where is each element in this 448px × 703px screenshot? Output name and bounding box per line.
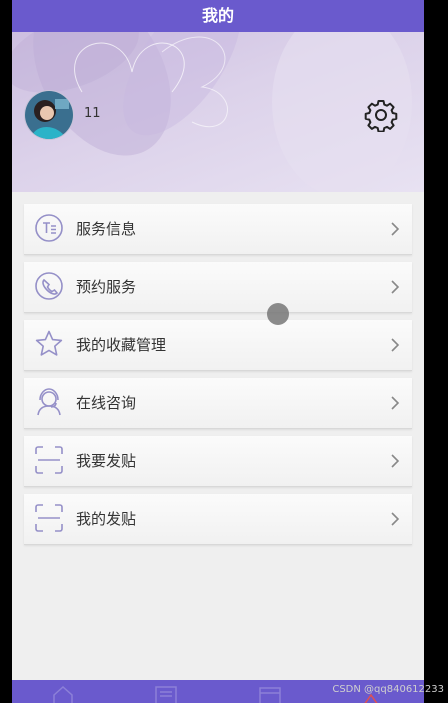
menu-item-label: 在线咨询 (76, 394, 137, 412)
touch-indicator (267, 303, 289, 325)
menu-item-label: 我的收藏管理 (76, 336, 167, 354)
document-icon (35, 214, 63, 242)
mobile-app-screen: 我的 11 服务信息 预约服务 我的收藏管理 在线咨询 我要发贴 我的发贴 (12, 0, 424, 703)
menu-item-my-favorites[interactable]: 我的收藏管理 (24, 320, 412, 371)
avatar[interactable] (24, 90, 74, 140)
profile-header: 11 (12, 32, 424, 192)
menu-item-label: 预约服务 (76, 278, 137, 296)
watermark-text: CSDN @qq840612233 (332, 684, 444, 695)
gear-icon[interactable] (364, 98, 398, 132)
chevron-right-icon (391, 222, 400, 236)
menu-item-label: 服务信息 (76, 220, 137, 238)
chevron-right-icon (391, 454, 400, 468)
menu-item-label: 我的发贴 (76, 510, 137, 528)
scan-frame-icon (35, 446, 63, 474)
menu-item-online-consult[interactable]: 在线咨询 (24, 378, 412, 429)
support-agent-icon (37, 388, 61, 416)
menu-item-create-post[interactable]: 我要发贴 (24, 436, 412, 487)
menu-item-label: 我要发贴 (76, 452, 137, 470)
chevron-right-icon (391, 512, 400, 526)
username: 11 (84, 106, 101, 121)
news-tab-icon[interactable] (154, 685, 178, 703)
menu-item-service-info[interactable]: 服务信息 (24, 204, 412, 255)
page-title: 我的 (12, 0, 424, 32)
home-tab-icon[interactable] (52, 685, 74, 703)
menu-item-booking-service[interactable]: 预约服务 (24, 262, 412, 313)
menu-list: 服务信息 预约服务 我的收藏管理 在线咨询 我要发贴 我的发贴 (24, 204, 412, 552)
menu-item-my-posts[interactable]: 我的发贴 (24, 494, 412, 545)
chevron-right-icon (391, 396, 400, 410)
calendar-tab-icon[interactable] (258, 685, 282, 703)
scan-frame-icon (35, 504, 63, 532)
star-icon (35, 330, 63, 356)
phone-icon (35, 272, 63, 300)
chevron-right-icon (391, 280, 400, 294)
chevron-right-icon (391, 338, 400, 352)
